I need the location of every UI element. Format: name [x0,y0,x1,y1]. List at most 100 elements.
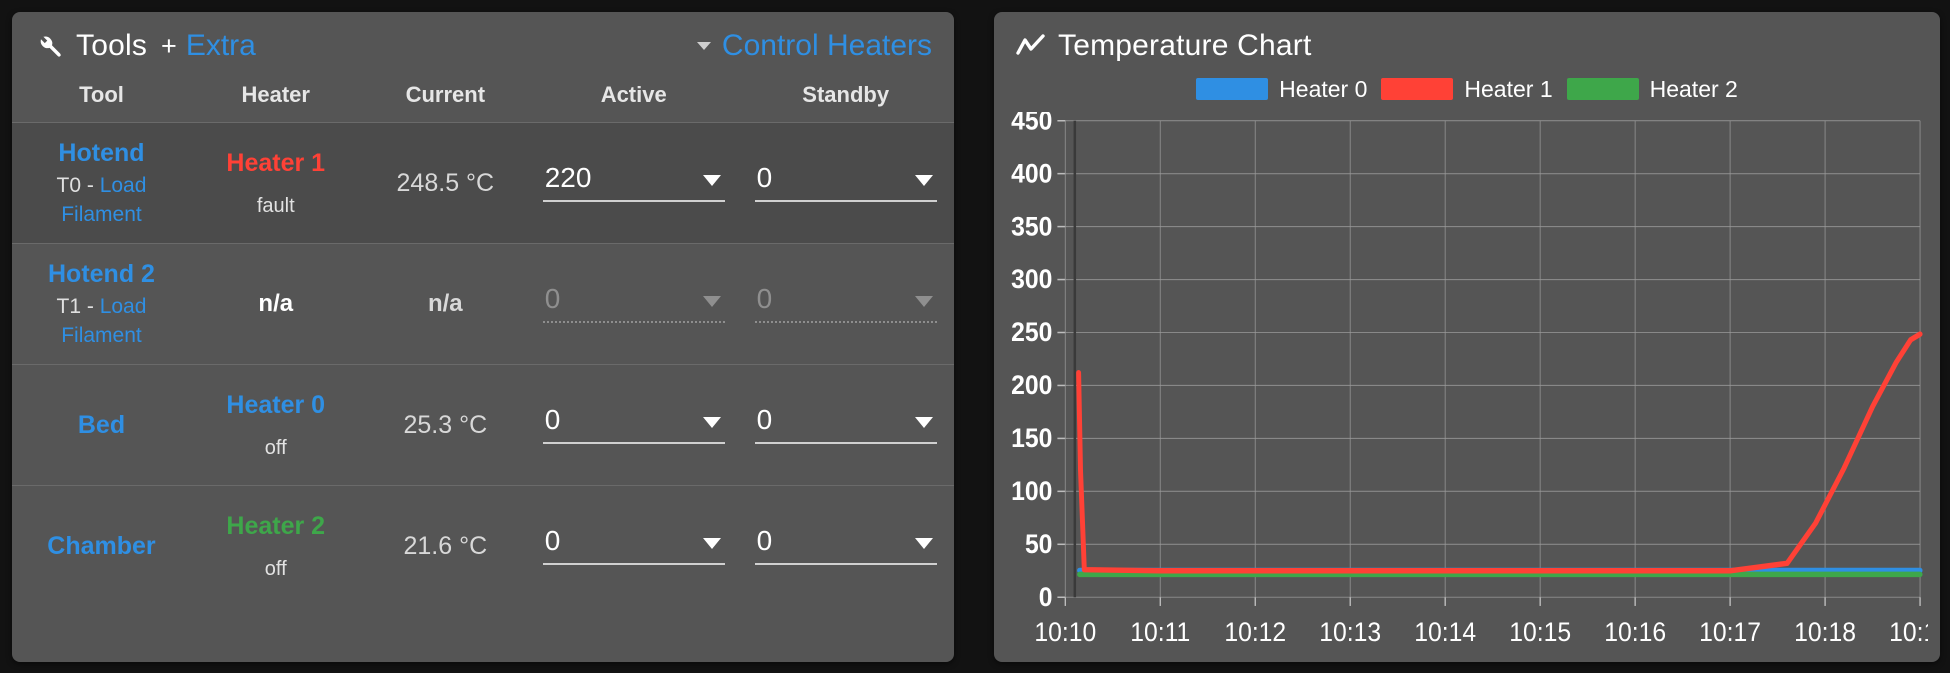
standby-temperature-select[interactable]: 0 [754,527,937,565]
chart-panel-header: Temperature Chart [994,12,1940,74]
column-header-heater: Heater [241,82,310,107]
table-row[interactable]: Bed Heater 0 off 25.3 °C 0 0 [12,364,955,486]
chevron-down-icon[interactable] [702,417,721,428]
chevron-down-icon [914,296,933,307]
control-heaters-group[interactable]: Control Heaters [696,29,932,63]
x-axis-tick-label: 10:13 [1319,616,1381,647]
heater-name[interactable]: Heater 0 [226,387,325,425]
y-axis-tick-label: 250 [1011,316,1052,347]
active-cell[interactable]: 0 [530,486,737,607]
active-temperature-select[interactable]: 0 [542,527,725,565]
standby-temperature-select: 0 [754,285,937,323]
x-axis-tick-label: 10:19 [1889,616,1928,647]
legend-label: Heater 0 [1279,75,1368,102]
current-cell: 248.5 °C [360,122,531,244]
chevron-down-icon[interactable] [702,175,721,186]
chart-legend: Heater 0 Heater 1 Heater 2 [994,74,1940,108]
tool-id: T1 - [56,295,100,319]
active-cell[interactable]: 220 [530,122,738,244]
active-cell: 0 [530,244,737,365]
standby-temperature-select[interactable]: 0 [754,162,937,202]
x-axis-tick-label: 10:17 [1699,616,1761,647]
chart-plot-area[interactable]: 0 50 100 150 200 250 300 350 400 450 10:10 10:11 10:… [994,108,1940,662]
standby-temperature-select[interactable]: 0 [754,404,937,444]
y-axis-tick-label: 350 [1011,210,1052,241]
tools-table: Tool Heater Current Active Standby Hoten… [12,74,955,607]
current-temperature: 25.3 °C [403,410,488,439]
load-link[interactable]: Load [100,295,147,318]
tools-panel-title: Tools [76,29,148,62]
chevron-down-icon[interactable] [914,175,933,186]
legend-swatch [1566,78,1639,100]
active-temperature-value: 0 [544,283,561,314]
tool-subline: T1 - Load [48,293,155,322]
chevron-down-icon[interactable] [696,42,711,50]
tools-table-head: Tool Heater Current Active Standby [12,74,954,123]
legend-item-heater-2[interactable]: Heater 2 [1566,75,1738,103]
active-temperature-select[interactable]: 0 [542,404,725,444]
heater-state: off [264,558,287,581]
tool-cell[interactable]: Bed [12,365,191,486]
tool-name[interactable]: Chamber [47,529,155,564]
standby-cell[interactable]: 0 [737,365,954,486]
standby-cell[interactable]: 0 [737,486,954,607]
tool-name[interactable]: Bed [78,408,125,443]
table-row[interactable]: Hotend T0 - Load Filament Heater 1 fault [12,122,955,244]
tool-cell[interactable]: Hotend 2 T1 - Load Filament [12,244,191,365]
chevron-down-icon[interactable] [702,538,721,549]
tool-name[interactable]: Hotend 2 [48,257,155,292]
x-axis-tick-label: 10:14 [1414,616,1476,647]
tool-cell[interactable]: Hotend T0 - Load Filament [12,122,191,244]
tool-cell[interactable]: Chamber [12,486,191,607]
active-temperature-select: 0 [542,283,725,323]
y-axis-tick-label: 100 [1011,475,1052,506]
x-axis-tick-label: 10:11 [1130,616,1190,647]
current-cell: n/a [361,244,531,365]
heater-cell: n/a [191,244,361,365]
x-axis-tick-label: 10:12 [1224,616,1286,647]
x-axis-tick-label: 10:16 [1604,616,1666,647]
standby-cell[interactable]: 0 [737,122,955,244]
y-axis-tick-label: 300 [1011,263,1052,294]
control-heaters-link[interactable]: Control Heaters [722,29,932,63]
tool-name[interactable]: Hotend [57,136,147,171]
chevron-down-icon[interactable] [914,538,933,549]
heater-name[interactable]: Heater 2 [226,508,325,546]
y-axis-tick-label: 400 [1011,157,1052,188]
heater-cell: Heater 0 off [191,365,361,486]
load-link[interactable]: Load [100,174,147,197]
legend-label: Heater 1 [1464,75,1553,102]
legend-item-heater-1[interactable]: Heater 1 [1381,75,1553,103]
y-axis-tick-label: 0 [1039,581,1053,612]
standby-temperature-value: 0 [756,404,773,435]
column-header-active: Active [600,82,667,107]
table-row[interactable]: Hotend 2 T1 - Load Filament n/a n/a 0 0 [12,243,955,365]
series-line-heater-1 [1076,331,1923,574]
heater-name[interactable]: Heater 1 [226,145,325,183]
column-header-standby: Standby [802,82,890,107]
table-row[interactable]: Chamber Heater 2 off 21.6 °C 0 0 [12,485,955,607]
filament-link[interactable]: Filament [57,201,147,230]
heater-state: off [264,437,287,460]
active-temperature-select[interactable]: 220 [542,164,725,202]
heater-cell: Heater 1 fault [190,122,361,244]
current-temperature: 248.5 °C [396,168,495,197]
column-header-current: Current [405,82,486,107]
legend-label: Heater 2 [1649,75,1738,102]
standby-temperature-value: 0 [756,162,773,193]
temperature-chart-svg[interactable]: 0 50 100 150 200 250 300 350 400 450 10:10 10:11 10:… [1002,112,1928,656]
chevron-down-icon[interactable] [914,417,933,428]
legend-item-heater-0[interactable]: Heater 0 [1196,76,1367,103]
active-cell[interactable]: 0 [530,365,737,486]
y-axis-tick-label: 50 [1025,528,1053,559]
current-cell: 25.3 °C [361,365,531,486]
chart-panel-title: Temperature Chart [1058,29,1312,62]
active-temperature-value: 0 [544,404,561,435]
wrench-icon [34,31,64,61]
extra-link[interactable]: Extra [186,29,256,63]
tools-table-header-row: Tool Heater Current Active Standby [12,74,954,123]
tools-table-body: Hotend T0 - Load Filament Heater 1 fault [12,122,955,607]
filament-link[interactable]: Filament [48,322,155,351]
y-axis-tick-label: 150 [1011,422,1052,453]
chevron-down-icon [702,296,721,307]
